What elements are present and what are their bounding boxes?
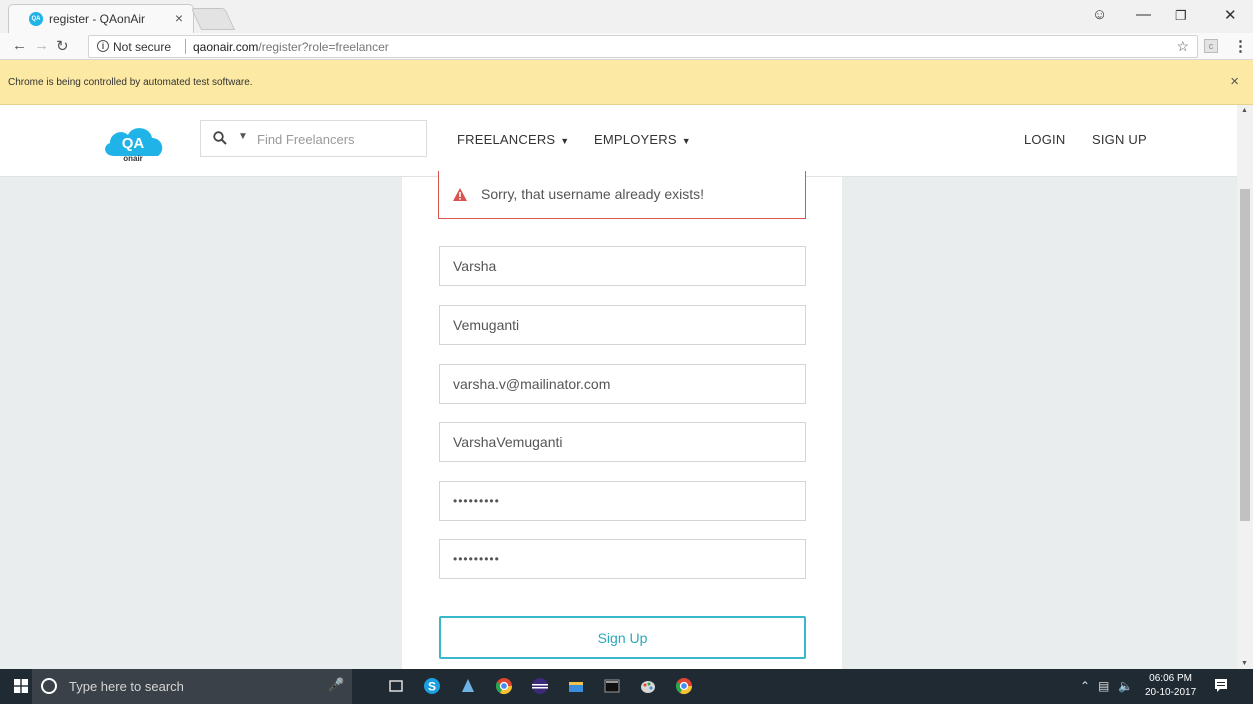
svg-text:S: S	[428, 680, 436, 694]
clock-time: 06:06 PM	[1149, 673, 1192, 684]
chevron-down-icon: ▼	[681, 136, 691, 146]
chrome-icon[interactable]	[674, 676, 694, 696]
new-tab-button[interactable]	[190, 8, 236, 30]
address-separator	[185, 39, 186, 54]
scroll-up-icon[interactable]: ▲	[1241, 107, 1248, 114]
tray-chevron-up-icon[interactable]: ⌃	[1080, 679, 1090, 693]
qaonair-logo[interactable]: QA onair	[98, 120, 170, 162]
infobar-close-icon[interactable]: ×	[1230, 73, 1239, 90]
error-alert: Sorry, that username already exists!	[438, 171, 806, 219]
url-host: qaonair.com	[193, 40, 259, 54]
nav-freelancers[interactable]: FREELANCERS ▼	[457, 132, 569, 147]
scroll-down-icon[interactable]: ▼	[1241, 660, 1248, 667]
sign-up-button[interactable]: Sign Up	[439, 616, 806, 659]
nav-freelancers-label: FREELANCERS	[457, 132, 556, 147]
menu-icon[interactable]: ⋮	[1233, 37, 1248, 55]
automation-infobar: Chrome is being controlled by automated …	[0, 60, 1253, 105]
freelancer-search: ▼	[200, 120, 427, 157]
chevron-down-icon: ▼	[560, 136, 570, 146]
volume-icon[interactable]: 🔈	[1118, 679, 1133, 693]
taskbar-clock[interactable]: 06:06 PM 20-10-2017	[1145, 672, 1196, 700]
logo-text-top: QA	[122, 135, 145, 152]
taskbar-search-text: Type here to search	[69, 679, 184, 694]
network-icon[interactable]: ▤	[1098, 679, 1109, 693]
paint-icon[interactable]	[638, 676, 658, 696]
first-name-field[interactable]	[439, 246, 806, 286]
infobar-message: Chrome is being controlled by automated …	[8, 77, 253, 88]
eclipse-icon[interactable]	[530, 676, 550, 696]
browser-tab[interactable]: QA register - QAonAir ×	[8, 4, 194, 33]
chrome-icon[interactable]	[494, 676, 514, 696]
task-view-icon[interactable]	[386, 676, 406, 696]
password-field[interactable]	[439, 481, 806, 521]
not-secure-label: Not secure	[113, 40, 172, 54]
terminal-icon[interactable]	[602, 676, 622, 696]
back-icon[interactable]: ←	[12, 37, 27, 54]
site-header: QA onair ▼ FREELANCERS ▼ EMPLOYERS ▼ LOGIN…	[0, 105, 1237, 177]
windows-taskbar: Type here to search 🎤 S ⌃ ▤ 🔈 06:06 PM 2…	[0, 669, 1253, 704]
user-icon[interactable]: ☺	[1092, 6, 1107, 23]
star-icon[interactable]: ☆	[1176, 38, 1189, 55]
username-field[interactable]	[439, 422, 806, 462]
nav-employers[interactable]: EMPLOYERS ▼	[594, 132, 691, 147]
windows-start-icon[interactable]	[14, 679, 28, 693]
address-bar[interactable]: i Not secure qaonair.com/register?role=f…	[88, 35, 1198, 58]
email-field[interactable]	[439, 364, 806, 404]
search-icon[interactable]	[213, 131, 227, 145]
browser-tab-strip: QA register - QAonAir × ☺ — ❐ ✕	[0, 0, 1253, 33]
scrollbar-thumb[interactable]	[1240, 189, 1250, 521]
nav-employers-label: EMPLOYERS	[594, 132, 677, 147]
extension-icon[interactable]: c	[1204, 39, 1218, 53]
search-dropdown-caret-icon[interactable]: ▼	[238, 131, 248, 142]
maximize-icon[interactable]: ❐	[1175, 8, 1187, 24]
minimize-icon[interactable]: —	[1136, 6, 1151, 23]
app-icon[interactable]	[458, 676, 478, 696]
tab-close-icon[interactable]: ×	[175, 10, 183, 26]
reload-icon[interactable]: ↻	[56, 37, 69, 55]
cortana-icon	[41, 678, 57, 694]
warning-icon	[453, 188, 467, 201]
file-explorer-icon[interactable]	[566, 676, 586, 696]
browser-toolbar: ← → ↻ i Not secure qaonair.com/register?…	[0, 33, 1253, 60]
forward-icon[interactable]: →	[34, 37, 49, 54]
info-icon[interactable]: i	[97, 40, 109, 52]
clock-date: 20-10-2017	[1145, 687, 1197, 698]
nav-signup[interactable]: SIGN UP	[1092, 132, 1147, 147]
taskbar-search[interactable]: Type here to search 🎤	[32, 669, 352, 704]
confirm-password-field[interactable]	[439, 539, 806, 579]
close-icon[interactable]: ✕	[1224, 6, 1237, 24]
skype-icon[interactable]: S	[422, 676, 442, 696]
qaonair-favicon-icon: QA	[29, 12, 43, 26]
logo-text-bottom: onair	[123, 154, 143, 162]
notification-icon[interactable]	[1214, 678, 1228, 694]
error-message: Sorry, that username already exists!	[481, 186, 705, 202]
microphone-icon[interactable]: 🎤	[328, 677, 344, 693]
last-name-field[interactable]	[439, 305, 806, 345]
search-input[interactable]	[257, 129, 417, 149]
url-text: qaonair.com/register?role=freelancer	[193, 40, 389, 54]
url-path: /register?role=freelancer	[258, 40, 389, 54]
page-scrollbar[interactable]: ▲ ▼	[1237, 105, 1253, 669]
nav-login[interactable]: LOGIN	[1024, 132, 1065, 147]
tab-title: register - QAonAir	[49, 12, 146, 26]
